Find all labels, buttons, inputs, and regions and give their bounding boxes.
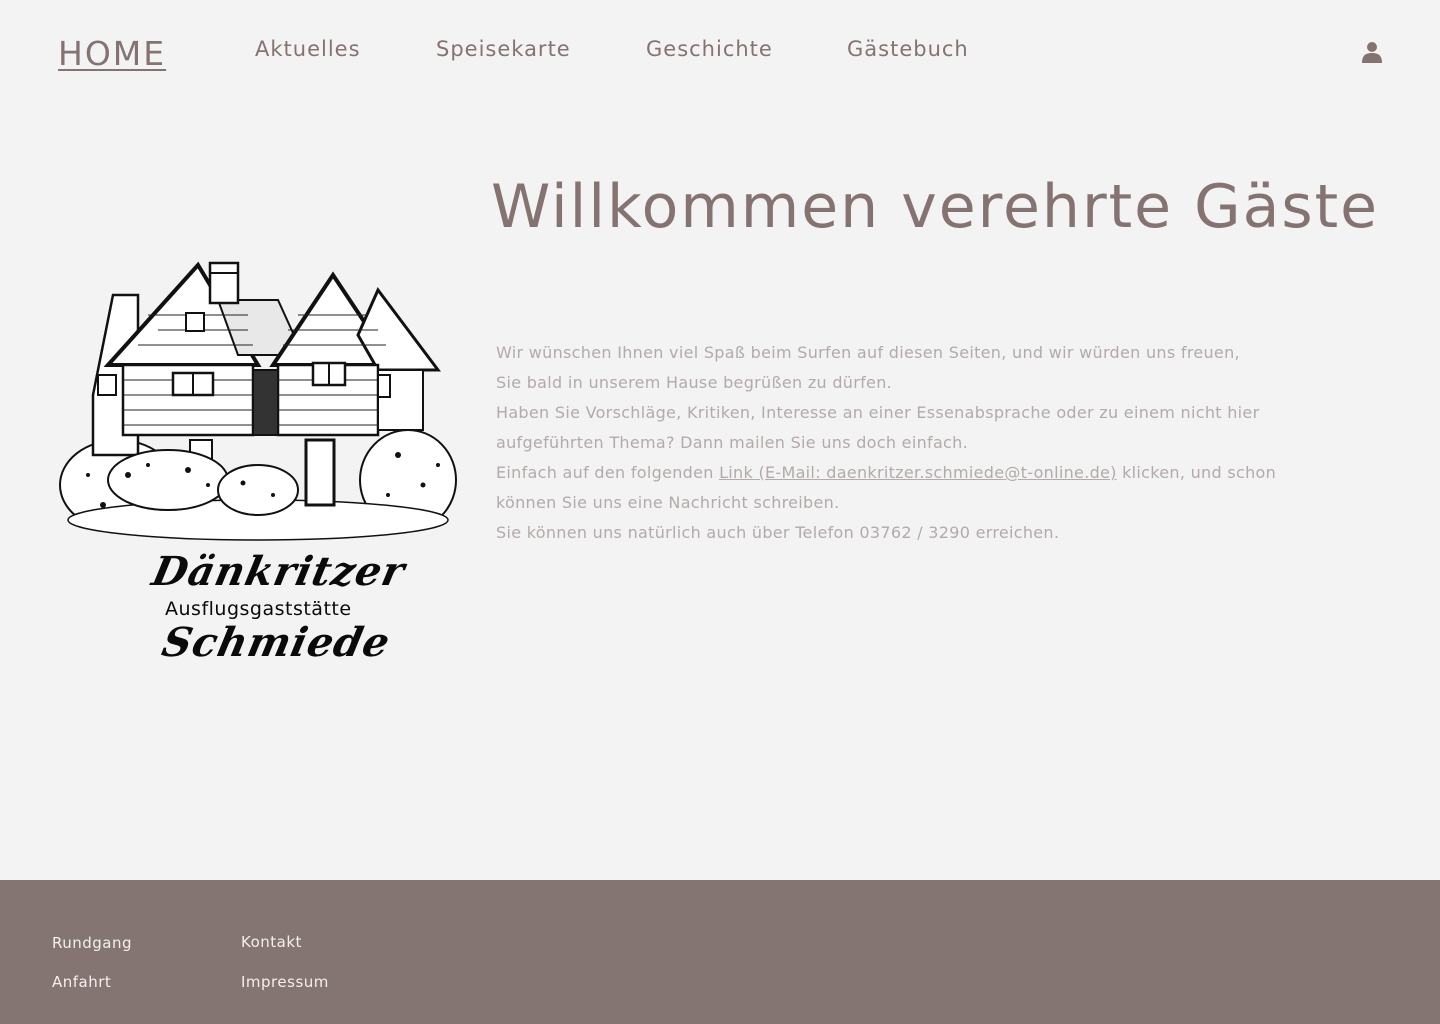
- house-illustration-icon: [59, 261, 457, 541]
- restaurant-logo: Dänkritzer Ausflugsgaststätte Schmiede: [58, 255, 458, 675]
- welcome-line: Sie bald in unserem Hause begrüßen zu dü…: [496, 373, 893, 392]
- welcome-line: Haben Sie Vorschläge, Kritiken, Interess…: [496, 403, 1260, 422]
- welcome-line: Wir wünschen Ihnen viel Spaß beim Surfen…: [496, 343, 1240, 362]
- logo-subtitle: Ausflugsgaststätte: [165, 598, 352, 620]
- email-link[interactable]: Link (E-Mail: daenkritzer.schmiede@t-onl…: [719, 463, 1117, 482]
- welcome-line-prefix: Einfach auf den folgenden: [496, 463, 720, 482]
- footer-rundgang-link[interactable]: Rundgang: [52, 934, 132, 952]
- welcome-line: aufgeführten Thema? Dann mailen Sie uns …: [496, 433, 968, 452]
- main-nav: HOME Aktuelles Speisekarte Geschichte Gä…: [0, 0, 1440, 100]
- logo-name-bottom: Schmiede: [158, 619, 395, 666]
- footer-impressum-link[interactable]: Impressum: [241, 973, 329, 991]
- nav-speisekarte-link[interactable]: Speisekarte: [436, 37, 571, 61]
- welcome-text: Wir wünschen Ihnen viel Spaß beim Surfen…: [496, 338, 1336, 548]
- page: HOME Aktuelles Speisekarte Geschichte Gä…: [0, 0, 1440, 1024]
- nav-gaestebuch-link[interactable]: Gästebuch: [847, 37, 969, 61]
- nav-aktuelles-link[interactable]: Aktuelles: [255, 37, 361, 61]
- welcome-line-with-link: Einfach auf den folgenden Link (E-Mail: …: [496, 458, 1336, 488]
- footer: Rundgang Anfahrt Kontakt Impressum: [0, 880, 1440, 1024]
- footer-kontakt-link[interactable]: Kontakt: [241, 933, 302, 951]
- nav-geschichte-link[interactable]: Geschichte: [646, 37, 773, 61]
- footer-anfahrt-link[interactable]: Anfahrt: [52, 973, 111, 991]
- logo-name-top: Dänkritzer: [148, 548, 410, 595]
- welcome-line: Sie können uns natürlich auch über Telef…: [496, 523, 1060, 542]
- user-icon[interactable]: [1360, 40, 1384, 64]
- nav-home-link[interactable]: HOME: [58, 34, 166, 73]
- welcome-line-suffix: klicken, und schon: [1116, 463, 1277, 482]
- welcome-line: können Sie uns eine Nachricht schreiben.: [496, 493, 840, 512]
- page-title: Willkommen verehrte Gäste: [491, 172, 1380, 242]
